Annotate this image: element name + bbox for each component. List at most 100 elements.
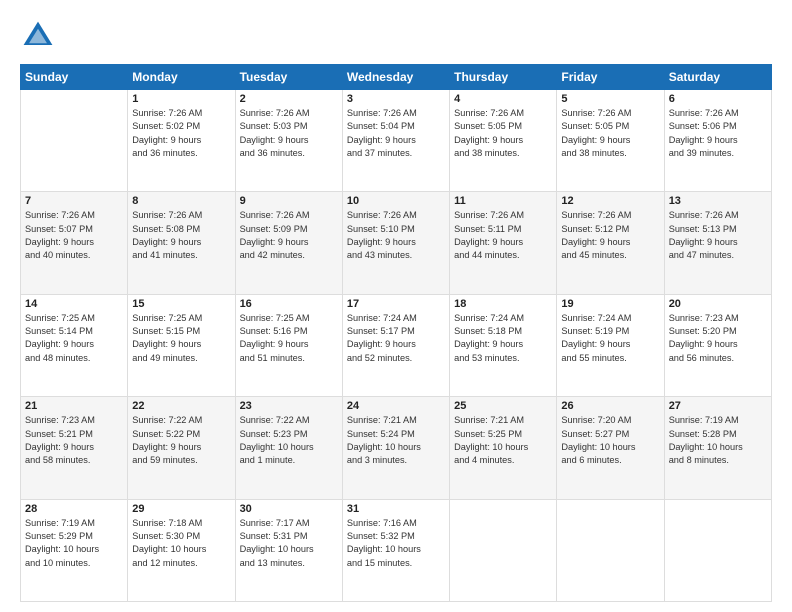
day-number-17: 17	[347, 298, 445, 310]
day-cell-3: 3 Sunrise: 7:26 AMSunset: 5:04 PMDaylight…	[342, 90, 449, 192]
day-cell-7: 7 Sunrise: 7:26 AMSunset: 5:07 PMDaylight…	[21, 192, 128, 294]
day-info-4: Sunrise: 7:26 AMSunset: 5:05 PMDaylight:…	[454, 107, 552, 160]
header-thursday: Thursday	[450, 65, 557, 90]
day-info-29: Sunrise: 7:18 AMSunset: 5:30 PMDaylight:…	[132, 517, 230, 570]
day-info-28: Sunrise: 7:19 AMSunset: 5:29 PMDaylight:…	[25, 517, 123, 570]
day-cell-5: 5 Sunrise: 7:26 AMSunset: 5:05 PMDaylight…	[557, 90, 664, 192]
day-number-31: 31	[347, 503, 445, 515]
day-cell-4: 4 Sunrise: 7:26 AMSunset: 5:05 PMDaylight…	[450, 90, 557, 192]
day-number-3: 3	[347, 93, 445, 105]
day-number-19: 19	[561, 298, 659, 310]
day-cell-19: 19 Sunrise: 7:24 AMSunset: 5:19 PMDayligh…	[557, 294, 664, 396]
day-cell-15: 15Sunrise: 7:25 AMSunset: 5:15 PMDayligh…	[128, 294, 235, 396]
day-info-22: Sunrise: 7:22 AMSunset: 5:22 PMDaylight:…	[132, 414, 230, 467]
week-row-1: 7 Sunrise: 7:26 AMSunset: 5:07 PMDaylight…	[21, 192, 772, 294]
day-info-7: Sunrise: 7:26 AMSunset: 5:07 PMDaylight:…	[25, 209, 123, 262]
header-monday: Monday	[128, 65, 235, 90]
header	[20, 18, 772, 54]
day-number-5: 5	[561, 93, 659, 105]
empty-cell	[557, 499, 664, 601]
day-number-11: 11	[454, 195, 552, 207]
day-info-20: Sunrise: 7:23 AMSunset: 5:20 PMDaylight:…	[669, 312, 767, 365]
empty-cell	[450, 499, 557, 601]
page: SundayMondayTuesdayWednesdayThursdayFrid…	[0, 0, 792, 612]
day-number-26: 26	[561, 400, 659, 412]
day-info-13: Sunrise: 7:26 AMSunset: 5:13 PMDaylight:…	[669, 209, 767, 262]
day-cell-20: 20 Sunrise: 7:23 AMSunset: 5:20 PMDayligh…	[664, 294, 771, 396]
day-cell-24: 24 Sunrise: 7:21 AMSunset: 5:24 PMDayligh…	[342, 397, 449, 499]
header-wednesday: Wednesday	[342, 65, 449, 90]
day-cell-21: 21Sunrise: 7:23 AMSunset: 5:21 PMDayligh…	[21, 397, 128, 499]
day-cell-31: 31 Sunrise: 7:16 AMSunset: 5:32 PMDayligh…	[342, 499, 449, 601]
day-cell-16: 16 Sunrise: 7:25 AMSunset: 5:16 PMDayligh…	[235, 294, 342, 396]
day-cell-9: 9Sunrise: 7:26 AMSunset: 5:09 PMDaylight…	[235, 192, 342, 294]
week-row-3: 21Sunrise: 7:23 AMSunset: 5:21 PMDayligh…	[21, 397, 772, 499]
day-cell-22: 22 Sunrise: 7:22 AMSunset: 5:22 PMDayligh…	[128, 397, 235, 499]
week-row-0: 1Sunrise: 7:26 AMSunset: 5:02 PMDaylight…	[21, 90, 772, 192]
day-info-15: Sunrise: 7:25 AMSunset: 5:15 PMDaylight:…	[132, 312, 230, 365]
day-info-31: Sunrise: 7:16 AMSunset: 5:32 PMDaylight:…	[347, 517, 445, 570]
day-number-22: 22	[132, 400, 230, 412]
day-cell-6: 6 Sunrise: 7:26 AMSunset: 5:06 PMDaylight…	[664, 90, 771, 192]
day-info-12: Sunrise: 7:26 AMSunset: 5:12 PMDaylight:…	[561, 209, 659, 262]
day-info-23: Sunrise: 7:22 AMSunset: 5:23 PMDaylight:…	[240, 414, 338, 467]
day-number-6: 6	[669, 93, 767, 105]
week-row-4: 28 Sunrise: 7:19 AMSunset: 5:29 PMDayligh…	[21, 499, 772, 601]
day-number-1: 1	[132, 93, 230, 105]
logo	[20, 18, 60, 54]
day-number-18: 18	[454, 298, 552, 310]
day-cell-30: 30 Sunrise: 7:17 AMSunset: 5:31 PMDayligh…	[235, 499, 342, 601]
header-saturday: Saturday	[664, 65, 771, 90]
day-info-3: Sunrise: 7:26 AMSunset: 5:04 PMDaylight:…	[347, 107, 445, 160]
day-info-14: Sunrise: 7:25 AMSunset: 5:14 PMDaylight:…	[25, 312, 123, 365]
day-number-28: 28	[25, 503, 123, 515]
calendar-table: SundayMondayTuesdayWednesdayThursdayFrid…	[20, 64, 772, 602]
day-number-24: 24	[347, 400, 445, 412]
day-number-2: 2	[240, 93, 338, 105]
day-number-13: 13	[669, 195, 767, 207]
header-tuesday: Tuesday	[235, 65, 342, 90]
day-number-7: 7	[25, 195, 123, 207]
header-sunday: Sunday	[21, 65, 128, 90]
day-info-16: Sunrise: 7:25 AMSunset: 5:16 PMDaylight:…	[240, 312, 338, 365]
day-number-29: 29	[132, 503, 230, 515]
day-cell-29: 29 Sunrise: 7:18 AMSunset: 5:30 PMDayligh…	[128, 499, 235, 601]
day-number-23: 23	[240, 400, 338, 412]
day-number-27: 27	[669, 400, 767, 412]
empty-cell	[664, 499, 771, 601]
day-cell-17: 17 Sunrise: 7:24 AMSunset: 5:17 PMDayligh…	[342, 294, 449, 396]
day-info-5: Sunrise: 7:26 AMSunset: 5:05 PMDaylight:…	[561, 107, 659, 160]
day-info-11: Sunrise: 7:26 AMSunset: 5:11 PMDaylight:…	[454, 209, 552, 262]
day-info-27: Sunrise: 7:19 AMSunset: 5:28 PMDaylight:…	[669, 414, 767, 467]
day-info-19: Sunrise: 7:24 AMSunset: 5:19 PMDaylight:…	[561, 312, 659, 365]
day-info-25: Sunrise: 7:21 AMSunset: 5:25 PMDaylight:…	[454, 414, 552, 467]
day-cell-8: 8Sunrise: 7:26 AMSunset: 5:08 PMDaylight…	[128, 192, 235, 294]
day-info-26: Sunrise: 7:20 AMSunset: 5:27 PMDaylight:…	[561, 414, 659, 467]
day-number-10: 10	[347, 195, 445, 207]
header-friday: Friday	[557, 65, 664, 90]
day-info-24: Sunrise: 7:21 AMSunset: 5:24 PMDaylight:…	[347, 414, 445, 467]
day-cell-12: 12 Sunrise: 7:26 AMSunset: 5:12 PMDayligh…	[557, 192, 664, 294]
day-cell-2: 2 Sunrise: 7:26 AMSunset: 5:03 PMDaylight…	[235, 90, 342, 192]
day-cell-13: 13 Sunrise: 7:26 AMSunset: 5:13 PMDayligh…	[664, 192, 771, 294]
day-number-20: 20	[669, 298, 767, 310]
week-row-2: 14 Sunrise: 7:25 AMSunset: 5:14 PMDayligh…	[21, 294, 772, 396]
day-info-17: Sunrise: 7:24 AMSunset: 5:17 PMDaylight:…	[347, 312, 445, 365]
day-number-4: 4	[454, 93, 552, 105]
day-number-30: 30	[240, 503, 338, 515]
day-cell-27: 27 Sunrise: 7:19 AMSunset: 5:28 PMDayligh…	[664, 397, 771, 499]
empty-cell	[21, 90, 128, 192]
day-info-6: Sunrise: 7:26 AMSunset: 5:06 PMDaylight:…	[669, 107, 767, 160]
day-info-30: Sunrise: 7:17 AMSunset: 5:31 PMDaylight:…	[240, 517, 338, 570]
day-number-14: 14	[25, 298, 123, 310]
day-number-16: 16	[240, 298, 338, 310]
day-cell-11: 11 Sunrise: 7:26 AMSunset: 5:11 PMDayligh…	[450, 192, 557, 294]
day-number-8: 8	[132, 195, 230, 207]
day-cell-28: 28 Sunrise: 7:19 AMSunset: 5:29 PMDayligh…	[21, 499, 128, 601]
day-cell-18: 18Sunrise: 7:24 AMSunset: 5:18 PMDayligh…	[450, 294, 557, 396]
logo-icon	[20, 18, 56, 54]
day-cell-14: 14 Sunrise: 7:25 AMSunset: 5:14 PMDayligh…	[21, 294, 128, 396]
day-info-10: Sunrise: 7:26 AMSunset: 5:10 PMDaylight:…	[347, 209, 445, 262]
day-number-12: 12	[561, 195, 659, 207]
day-info-2: Sunrise: 7:26 AMSunset: 5:03 PMDaylight:…	[240, 107, 338, 160]
